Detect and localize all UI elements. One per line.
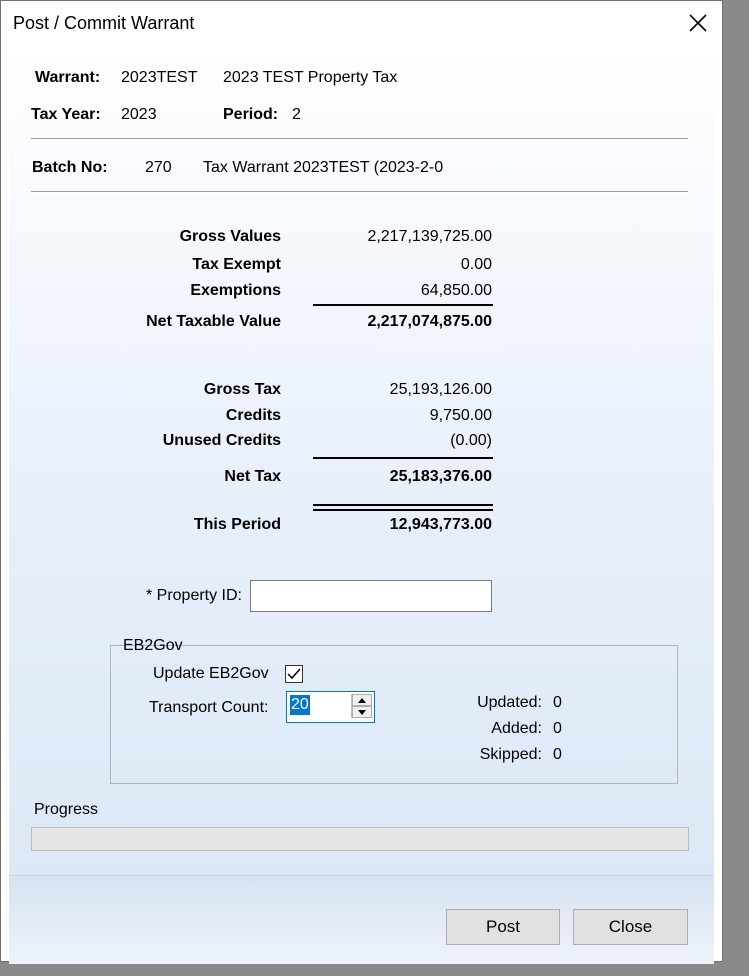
gross-values-amount: 2,217,139,725.00 xyxy=(367,228,492,245)
window-title: Post / Commit Warrant xyxy=(13,13,195,33)
gross-values-label: Gross Values xyxy=(179,228,281,245)
total-double-line xyxy=(313,504,493,506)
subtotal-line xyxy=(313,304,493,306)
updated-label: Updated: xyxy=(477,694,542,711)
period-label: Period: xyxy=(223,106,279,123)
property-id-input[interactable] xyxy=(250,580,492,612)
warrant-description: 2023 TEST Property Tax xyxy=(223,69,398,86)
button-bar: Post Close xyxy=(9,875,714,964)
property-id-label: * Property ID: xyxy=(145,587,242,604)
net-tax-amount: 25,183,376.00 xyxy=(389,468,492,485)
subtotal-line xyxy=(313,457,493,459)
period-value: 2 xyxy=(292,106,301,123)
batch-value: 270 xyxy=(145,159,172,176)
batch-description: Tax Warrant 2023TEST (2023-2-0 xyxy=(203,159,444,176)
unused-credits-amount: (0.00) xyxy=(450,432,492,449)
update-eb2gov-label: Update EB2Gov xyxy=(153,665,269,682)
added-value: 0 xyxy=(553,720,562,737)
credits-label: Credits xyxy=(225,407,281,424)
skipped-value: 0 xyxy=(553,746,562,763)
close-button[interactable]: Close xyxy=(573,909,688,945)
transport-count-value[interactable]: 20 xyxy=(290,695,310,715)
post-commit-warrant-dialog: Post / Commit Warrant Warrant: 2023TEST … xyxy=(0,0,723,964)
gross-tax-label: Gross Tax xyxy=(203,381,281,398)
tax-exempt-amount: 0.00 xyxy=(460,256,492,273)
exemptions-label: Exemptions xyxy=(190,282,281,299)
warrant-label: Warrant: xyxy=(35,69,101,86)
eb2gov-group-label: EB2Gov xyxy=(123,637,183,654)
net-taxable-value-label: Net Taxable Value xyxy=(146,313,281,330)
unused-credits-label: Unused Credits xyxy=(162,432,281,449)
post-button[interactable]: Post xyxy=(446,909,560,945)
update-eb2gov-checkbox[interactable] xyxy=(285,665,303,683)
dialog-body: Warrant: 2023TEST 2023 TEST Property Tax… xyxy=(9,45,714,875)
warrant-value: 2023TEST xyxy=(121,69,198,86)
net-tax-label: Net Tax xyxy=(224,468,281,485)
tax-year-value: 2023 xyxy=(121,106,157,123)
spin-up-button[interactable] xyxy=(352,694,372,706)
close-icon xyxy=(689,14,707,32)
spin-down-button[interactable] xyxy=(352,706,372,718)
divider xyxy=(31,191,688,193)
total-double-line xyxy=(313,509,493,511)
progress-label: Progress xyxy=(34,801,99,818)
transport-count-label: Transport Count: xyxy=(149,699,269,716)
checkmark-icon xyxy=(287,668,301,680)
added-label: Added: xyxy=(491,720,542,737)
tax-year-label: Tax Year: xyxy=(31,106,101,123)
spinner-buttons xyxy=(351,694,372,718)
this-period-label: This Period xyxy=(193,516,281,533)
skipped-label: Skipped: xyxy=(479,746,542,763)
updated-value: 0 xyxy=(553,694,562,711)
transport-count-spinner[interactable]: 20 xyxy=(286,691,375,723)
gross-tax-amount: 25,193,126.00 xyxy=(389,381,492,398)
this-period-amount: 12,943,773.00 xyxy=(389,516,492,533)
divider xyxy=(31,138,688,140)
arrow-down-icon xyxy=(358,709,366,715)
tax-exempt-label: Tax Exempt xyxy=(192,256,281,273)
close-window-button[interactable] xyxy=(674,1,722,45)
credits-amount: 9,750.00 xyxy=(429,407,492,424)
progress-bar xyxy=(31,827,689,851)
title-bar: Post / Commit Warrant xyxy=(1,1,722,45)
batch-label: Batch No: xyxy=(32,159,108,176)
arrow-up-icon xyxy=(358,697,366,703)
exemptions-amount: 64,850.00 xyxy=(420,282,492,299)
net-taxable-value-amount: 2,217,074,875.00 xyxy=(367,313,492,330)
